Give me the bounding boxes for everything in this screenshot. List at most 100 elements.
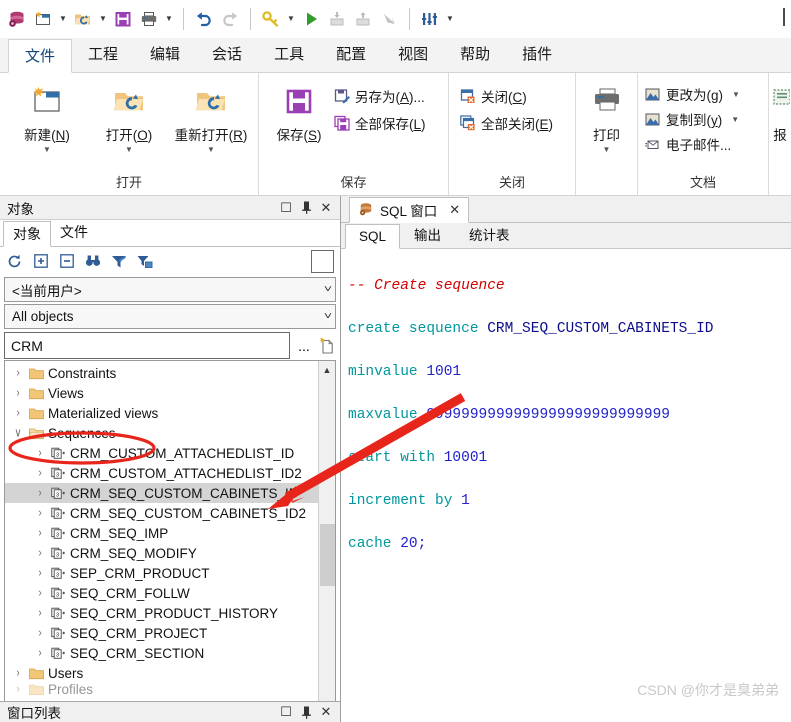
filter-more-button[interactable]: ... (295, 335, 313, 357)
tree-node-sequence[interactable]: › 3 CRM_SEQ_IMP (5, 523, 318, 543)
key-icon[interactable] (258, 5, 284, 33)
change-to-caret[interactable]: ▼ (732, 90, 740, 99)
expand-chevron-icon[interactable]: › (32, 486, 48, 499)
database-icon[interactable] (4, 5, 30, 33)
print-button[interactable]: 打印 ▼ (582, 79, 631, 154)
tree-node-sequence[interactable]: › 3 CRM_SEQ_MODIFY (5, 543, 318, 563)
user-select[interactable]: <当前用户> ˅ (4, 277, 336, 302)
preferences-icon[interactable] (417, 5, 443, 33)
tree-node-sequences[interactable]: ∨ Sequences (5, 423, 318, 443)
maximize-icon[interactable]: ☐ (276, 198, 296, 218)
expand-chevron-icon[interactable]: › (32, 626, 48, 639)
tree-node-partial[interactable]: › Profiles (5, 683, 318, 695)
save-button[interactable]: 保存(S) (265, 79, 333, 144)
object-panel-extra-button[interactable] (311, 250, 334, 273)
filter-settings-icon[interactable] (136, 253, 153, 270)
tab-objects[interactable]: 对象 (3, 221, 51, 247)
close-icon[interactable]: ✕ (316, 198, 336, 218)
menu-tab-help[interactable]: 帮助 (444, 38, 506, 72)
filter-icon[interactable] (110, 253, 127, 270)
object-tree-list[interactable]: › Constraints › Views › Materialized vie… (5, 361, 318, 719)
tree-node-views[interactable]: › Views (5, 383, 318, 403)
open-folder-icon[interactable] (70, 5, 96, 33)
tab-files[interactable]: 文件 (51, 220, 97, 246)
print-dropdown-caret[interactable]: ▼ (162, 5, 176, 33)
menu-tab-project[interactable]: 工程 (72, 38, 134, 72)
print-button-dropdown-caret[interactable]: ▼ (603, 145, 611, 154)
expand-chevron-icon[interactable]: › (10, 366, 26, 379)
expand-chevron-icon[interactable]: › (10, 683, 26, 695)
expand-chevron-icon[interactable]: › (10, 386, 26, 399)
scrollbar-track[interactable] (319, 378, 336, 702)
menu-tab-file[interactable]: 文件 (8, 39, 73, 73)
sql-editor[interactable]: -- Create sequence create sequence CRM_S… (342, 250, 790, 721)
tree-node-sequence[interactable]: › 3 SEQ_CRM_SECTION (5, 643, 318, 663)
copy-to-button[interactable]: 复制到(y) ▼ (644, 109, 740, 129)
tree-node-sequence[interactable]: › 3 CRM_CUSTOM_ATTACHEDLIST_ID (5, 443, 318, 463)
reopen-button-dropdown-caret[interactable]: ▼ (207, 145, 215, 154)
collapse-all-icon[interactable] (58, 253, 75, 270)
email-button[interactable]: 电子邮件... (644, 134, 740, 154)
copy-to-caret[interactable]: ▼ (731, 115, 739, 124)
new-filter-icon[interactable] (318, 335, 336, 357)
menu-tab-session[interactable]: 会话 (196, 38, 258, 72)
expand-chevron-icon[interactable]: › (10, 406, 26, 419)
expand-chevron-icon[interactable]: › (32, 546, 48, 559)
print-icon[interactable] (136, 5, 162, 33)
expand-chevron-icon[interactable]: › (32, 646, 48, 659)
object-type-select[interactable]: All objects ˅ (4, 304, 336, 329)
undo-icon[interactable] (191, 5, 217, 33)
find-icon[interactable] (84, 253, 101, 270)
reopen-button[interactable]: 重新打开(R) ▼ (170, 79, 252, 154)
menu-tab-plugins[interactable]: 插件 (506, 38, 568, 72)
tab-sql[interactable]: SQL (345, 224, 401, 249)
expand-chevron-icon[interactable]: › (32, 606, 48, 619)
expand-chevron-icon[interactable]: › (10, 666, 26, 679)
new-button-dropdown-caret[interactable]: ▼ (43, 145, 51, 154)
save-icon[interactable] (110, 5, 136, 33)
scroll-up-arrow-icon[interactable]: ▲ (319, 361, 336, 378)
refresh-icon[interactable] (6, 253, 23, 270)
expand-chevron-icon[interactable]: › (32, 526, 48, 539)
expand-chevron-icon[interactable]: › (32, 586, 48, 599)
tree-node-constraints[interactable]: › Constraints (5, 363, 318, 383)
collapse-chevron-icon[interactable]: ∨ (10, 426, 26, 439)
menu-tab-view[interactable]: 视图 (382, 38, 444, 72)
execute-icon[interactable] (298, 5, 324, 33)
save-as-button[interactable]: 另存为(A)... (333, 86, 426, 106)
tree-node-materialized-views[interactable]: › Materialized views (5, 403, 318, 423)
tree-node-sequence[interactable]: › 3 SEP_CRM_PRODUCT (5, 563, 318, 583)
tree-node-sequence[interactable]: › 3 CRM_SEQ_CUSTOM_CABINETS_ID2 (5, 503, 318, 523)
maximize-icon[interactable]: ☐ (276, 702, 296, 722)
report-button[interactable]: 报 (769, 79, 791, 144)
new-button[interactable]: 新建(N) ▼ (6, 79, 88, 154)
pin-icon[interactable] (296, 702, 316, 722)
close-icon[interactable]: ✕ (449, 202, 460, 218)
tree-node-sequence[interactable]: › 3 SEQ_CRM_PROJECT (5, 623, 318, 643)
open-button[interactable]: 打开(O) ▼ (88, 79, 170, 154)
menu-tab-edit[interactable]: 编辑 (134, 38, 196, 72)
save-all-button[interactable]: 全部保存(L) (333, 113, 426, 133)
change-to-button[interactable]: 更改为(g) ▼ (644, 84, 740, 104)
open-button-dropdown-caret[interactable]: ▼ (125, 145, 133, 154)
expand-chevron-icon[interactable]: › (32, 446, 48, 459)
tree-node-sequence-selected[interactable]: › 3 CRM_SEQ_CUSTOM_CABINETS_ID (5, 483, 318, 503)
open-dropdown-caret[interactable]: ▼ (96, 5, 110, 33)
document-tab-sql-window[interactable]: SQL 窗口 ✕ (349, 197, 470, 223)
expand-all-icon[interactable] (32, 253, 49, 270)
tree-node-users[interactable]: › Users (5, 663, 318, 683)
filter-input[interactable]: CRM (4, 332, 290, 359)
key-dropdown-caret[interactable]: ▼ (284, 5, 298, 33)
tab-statistics[interactable]: 统计表 (455, 223, 524, 248)
menu-tab-config[interactable]: 配置 (320, 38, 382, 72)
tree-node-sequence[interactable]: › 3 SEQ_CRM_FOLLW (5, 583, 318, 603)
new-window-dropdown-caret[interactable]: ▼ (56, 5, 70, 33)
tree-node-sequence[interactable]: › 3 CRM_CUSTOM_ATTACHEDLIST_ID2 (5, 463, 318, 483)
close-all-button[interactable]: 全部关闭(E) (459, 113, 553, 133)
scrollbar-thumb[interactable] (319, 524, 335, 586)
expand-chevron-icon[interactable]: › (32, 466, 48, 479)
expand-chevron-icon[interactable]: › (32, 506, 48, 519)
expand-chevron-icon[interactable]: › (32, 566, 48, 579)
tab-output[interactable]: 输出 (400, 223, 455, 248)
tree-node-sequence[interactable]: › 3 SEQ_CRM_PRODUCT_HISTORY (5, 603, 318, 623)
